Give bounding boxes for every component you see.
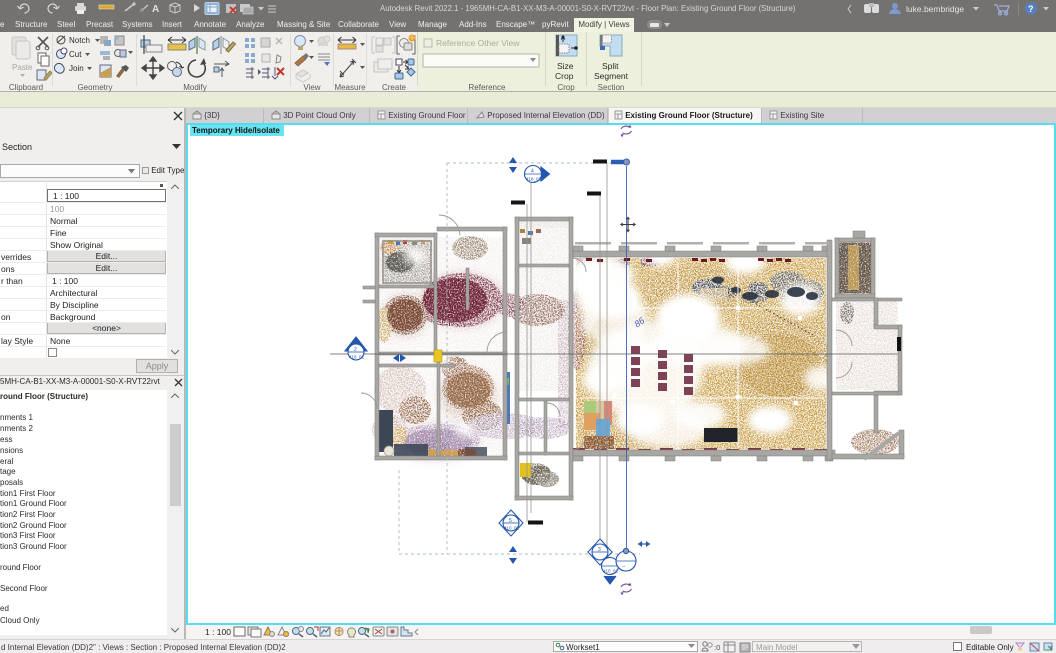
svg-text:2: 2 xyxy=(354,347,357,353)
svg-text:3: 3 xyxy=(598,547,601,553)
svg-text:5: 5 xyxy=(509,518,512,524)
svg-text:Split: Split xyxy=(602,61,619,71)
svg-text:Segment: Segment xyxy=(594,71,629,81)
svg-text:Size: Size xyxy=(557,61,574,71)
svg-text:Notch: Notch xyxy=(69,36,90,45)
svg-text:418_01: 418_01 xyxy=(349,355,365,360)
svg-text:luke.bembridge: luke.bembridge xyxy=(906,4,964,14)
svg-text:4: 4 xyxy=(531,169,534,175)
svg-text:410_01: 410_01 xyxy=(504,526,520,531)
svg-text:418_01: 418_01 xyxy=(526,177,542,182)
svg-text::0: :0 xyxy=(714,643,720,652)
svg-text:A: A xyxy=(152,4,159,15)
svg-text:410_02: 410_02 xyxy=(603,569,619,574)
svg-text:Reference Other View: Reference Other View xyxy=(436,38,520,48)
svg-text:Crop: Crop xyxy=(555,71,574,81)
svg-text:Paste: Paste xyxy=(12,63,33,72)
svg-text:Cut: Cut xyxy=(69,50,82,59)
svg-text:?: ? xyxy=(1028,4,1034,14)
svg-text:1 : 100: 1 : 100 xyxy=(205,627,231,637)
svg-text:Join: Join xyxy=(69,64,84,73)
svg-text:--: -- xyxy=(622,564,626,570)
